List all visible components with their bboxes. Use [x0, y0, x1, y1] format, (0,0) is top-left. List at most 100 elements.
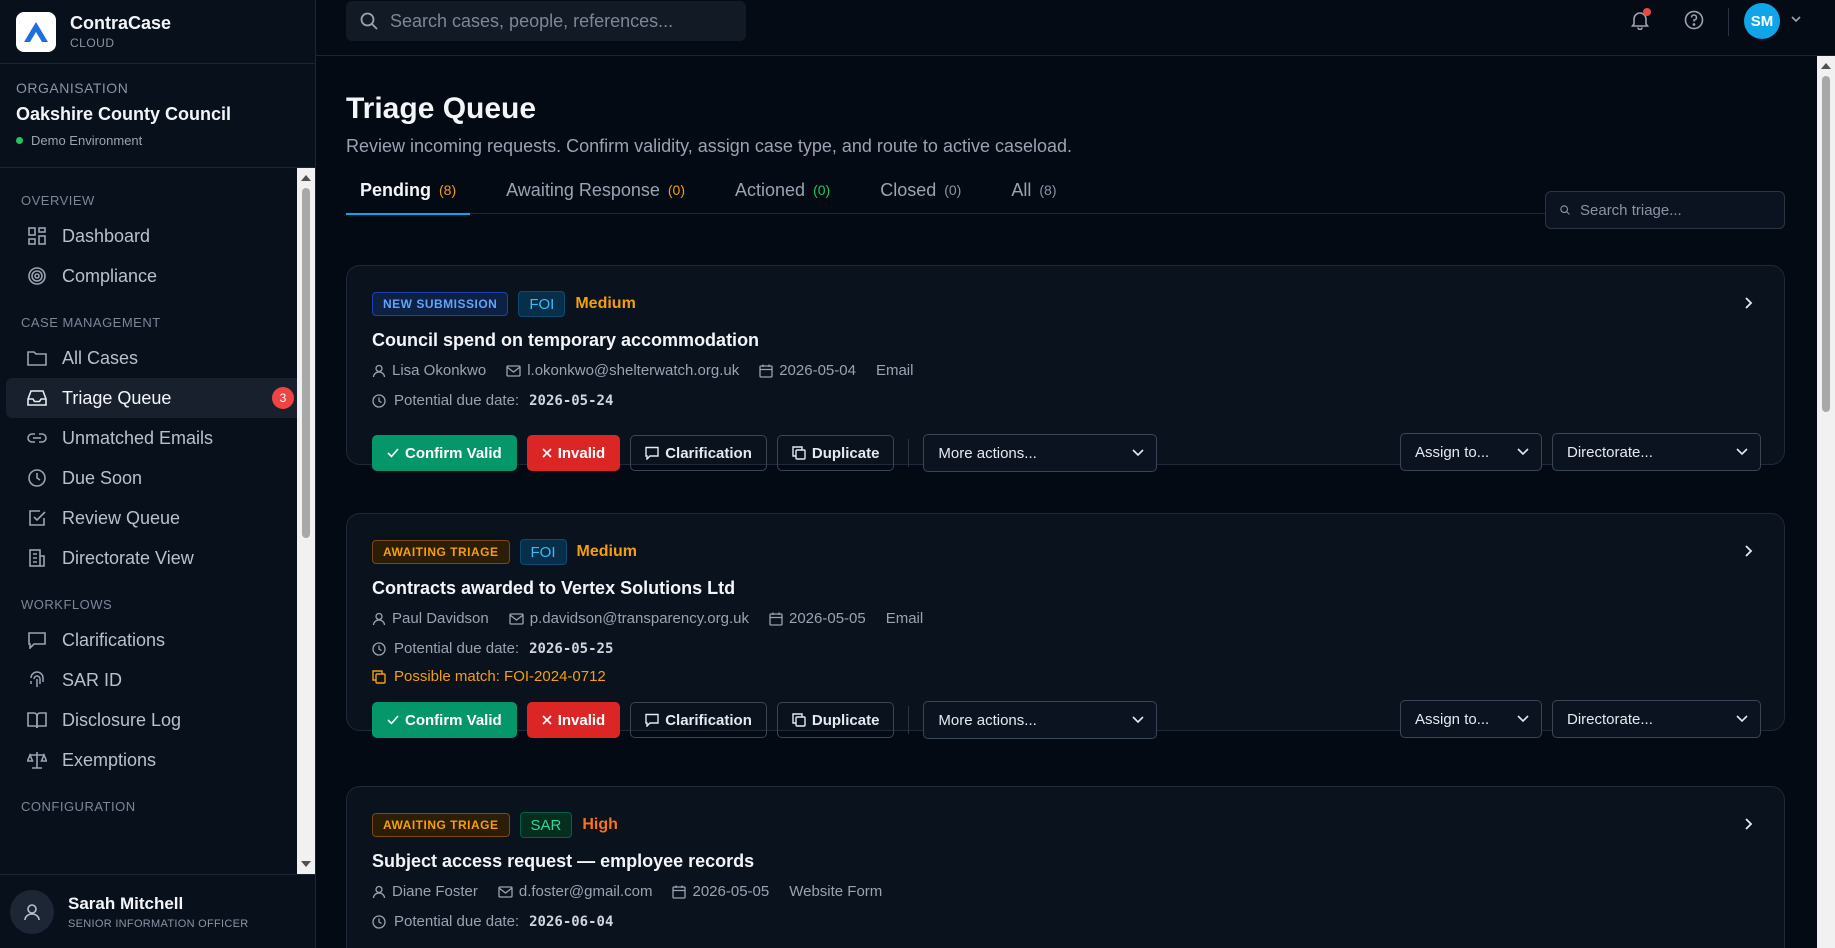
- directorate-select[interactable]: Directorate...: [1552, 433, 1761, 471]
- duplicate-button[interactable]: Duplicate: [776, 702, 895, 738]
- tab-closed[interactable]: Closed (0): [866, 166, 975, 214]
- user-panel[interactable]: Sarah Mitchell SENIOR INFORMATION OFFICE…: [0, 874, 316, 948]
- help-button[interactable]: [1682, 8, 1706, 32]
- scroll-up-arrow-icon[interactable]: [301, 175, 311, 181]
- tab-all[interactable]: All (8): [997, 166, 1070, 214]
- sidebar-item-exemptions[interactable]: Exemptions: [6, 740, 310, 780]
- building-icon: [26, 547, 48, 569]
- due-label: Potential due date:: [394, 913, 520, 930]
- sidebar-item-clarifications[interactable]: Clarifications: [6, 620, 310, 660]
- topbar-divider: [1728, 8, 1729, 36]
- clarification-button[interactable]: Clarification: [630, 702, 767, 738]
- triage-search-input[interactable]: [1580, 201, 1770, 219]
- nav-section-overview: OVERVIEW: [21, 192, 95, 208]
- due-date-row: Potential due date: 2026-05-25: [372, 640, 613, 657]
- nav-section-workflows: WORKFLOWS: [21, 596, 113, 612]
- message-icon: [645, 713, 659, 727]
- sidebar-item-review-queue[interactable]: Review Queue: [6, 498, 310, 538]
- chevron-down-icon: [1132, 716, 1144, 724]
- sidebar-item-label: Compliance: [62, 265, 158, 286]
- chevron-down-icon[interactable]: [1790, 12, 1802, 30]
- help-icon: [1684, 10, 1704, 30]
- scroll-down-arrow-icon[interactable]: [301, 861, 311, 867]
- assign-to-select[interactable]: Assign to...: [1400, 700, 1542, 738]
- duplicate-button[interactable]: Duplicate: [776, 435, 895, 471]
- case-title[interactable]: Council spend on temporary accommodation: [372, 330, 759, 351]
- sidebar-item-label: Directorate View: [62, 547, 194, 568]
- sidebar-item-compliance[interactable]: Compliance: [6, 256, 310, 296]
- tab-awaiting-response[interactable]: Awaiting Response (0): [492, 166, 699, 214]
- chevron-right-icon[interactable]: [1742, 296, 1754, 315]
- user-icon: [24, 903, 40, 920]
- triage-search[interactable]: [1545, 191, 1785, 229]
- triage-card[interactable]: NEW SUBMISSION FOI Medium Council spend …: [346, 265, 1785, 472]
- user-avatar-button[interactable]: SM: [1744, 3, 1780, 39]
- user-role: SENIOR INFORMATION OFFICER: [68, 917, 249, 930]
- mail-icon: [498, 885, 513, 898]
- more-actions-select[interactable]: More actions...: [923, 701, 1158, 739]
- chevron-right-icon[interactable]: [1742, 544, 1754, 563]
- case-title[interactable]: Subject access request — employee record…: [372, 851, 754, 872]
- sidebar-item-label: Disclosure Log: [62, 709, 182, 730]
- sidebar-item-directorate-view[interactable]: Directorate View: [6, 538, 310, 578]
- due-date: 2026-05-25: [529, 640, 614, 657]
- clock-icon: [26, 467, 48, 489]
- case-title[interactable]: Contracts awarded to Vertex Solutions Lt…: [372, 578, 735, 599]
- directorate-select[interactable]: Directorate...: [1552, 700, 1761, 738]
- sidebar-item-sar-id[interactable]: SAR ID: [6, 660, 310, 700]
- scrollbar-thumb[interactable]: [1822, 76, 1830, 412]
- scrollbar-thumb[interactable]: [302, 188, 310, 538]
- notifications-button[interactable]: [1628, 8, 1652, 32]
- search-icon: [1560, 205, 1570, 215]
- page-subtitle: Review incoming requests. Confirm validi…: [346, 136, 1073, 156]
- global-search[interactable]: [346, 1, 746, 41]
- user-name: Sarah Mitchell: [68, 893, 184, 913]
- chevron-right-icon[interactable]: [1742, 817, 1754, 836]
- status-dot-icon: [16, 137, 23, 144]
- mail-icon: [509, 612, 524, 625]
- triage-card[interactable]: AWAITING TRIAGE FOI Medium Contracts awa…: [346, 513, 1785, 739]
- env-indicator: Demo Environment: [16, 133, 299, 148]
- tab-count: (0): [944, 182, 962, 198]
- status-badge: AWAITING TRIAGE: [372, 540, 510, 564]
- chevron-down-icon: [1736, 715, 1748, 723]
- chevron-down-icon: [1736, 448, 1748, 456]
- checkbox-icon: [26, 507, 48, 529]
- invalid-button[interactable]: Invalid: [526, 702, 621, 738]
- link-icon: [26, 427, 48, 449]
- main-scrollbar[interactable]: [1817, 56, 1835, 948]
- sidebar-item-dashboard[interactable]: Dashboard: [6, 216, 310, 256]
- person-icon: [372, 885, 386, 898]
- due-date-row: Potential due date: 2026-06-04: [372, 913, 613, 930]
- calendar-icon: [769, 612, 783, 626]
- sidebar-item-label: Dashboard: [62, 225, 151, 246]
- invalid-button[interactable]: Invalid: [526, 435, 621, 471]
- scroll-up-arrow-icon[interactable]: [1821, 63, 1831, 69]
- tab-count: (8): [439, 182, 457, 198]
- possible-match[interactable]: Possible match: FOI-2024-0712: [372, 668, 606, 685]
- confirm-valid-button[interactable]: Confirm Valid: [372, 702, 517, 738]
- clock-icon: [372, 641, 386, 656]
- tab-count: (0): [813, 182, 831, 198]
- triage-card[interactable]: AWAITING TRIAGE SAR High Subject access …: [346, 786, 1785, 948]
- sidebar-item-unmatched-emails[interactable]: Unmatched Emails: [6, 418, 310, 458]
- nav-section-case-management: CASE MANAGEMENT: [21, 314, 161, 330]
- case-meta: Lisa Okonkwo l.okonkwo@shelterwatch.org.…: [372, 362, 933, 379]
- assign-to-select[interactable]: Assign to...: [1400, 433, 1542, 471]
- organisation-panel: ORGANISATION Oakshire County Council Dem…: [0, 64, 315, 168]
- search-input[interactable]: [390, 10, 720, 32]
- confirm-valid-button[interactable]: Confirm Valid: [372, 435, 517, 471]
- book-icon: [26, 709, 48, 731]
- sidebar-item-due-soon[interactable]: Due Soon: [6, 458, 310, 498]
- fingerprint-icon: [26, 669, 48, 691]
- sidebar-scrollbar[interactable]: [297, 168, 315, 874]
- brand[interactable]: ContraCase CLOUD: [0, 0, 315, 64]
- sidebar-item-disclosure-log[interactable]: Disclosure Log: [6, 700, 310, 740]
- sidebar-item-all-cases[interactable]: All Cases: [6, 338, 310, 378]
- sidebar-item-triage-queue[interactable]: Triage Queue 3: [6, 378, 310, 418]
- more-actions-select[interactable]: More actions...: [923, 434, 1158, 472]
- clarification-button[interactable]: Clarification: [630, 435, 767, 471]
- tab-pending[interactable]: Pending (8): [346, 166, 471, 215]
- tab-actioned[interactable]: Actioned (0): [721, 166, 844, 214]
- page-title: Triage Queue: [346, 92, 537, 125]
